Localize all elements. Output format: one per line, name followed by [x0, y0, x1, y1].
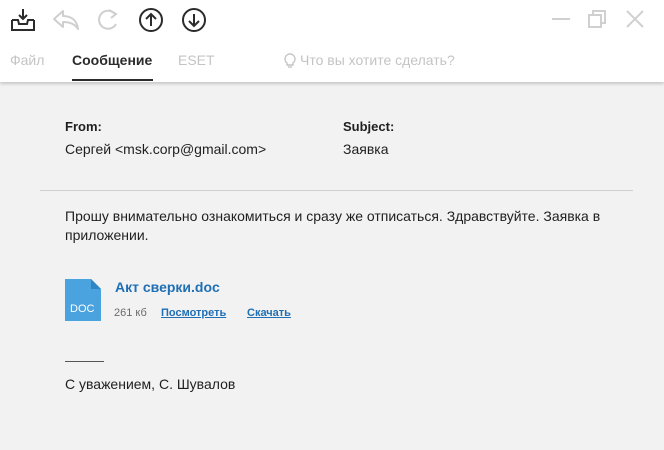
reply-icon[interactable]: [51, 7, 81, 33]
close-icon[interactable]: [625, 9, 645, 29]
tab-eset[interactable]: ESET: [178, 52, 215, 68]
doc-icon-label: DOC: [70, 303, 95, 315]
attachment-name[interactable]: Акт сверки.doc: [115, 279, 220, 295]
arrow-up-icon[interactable]: [138, 7, 164, 33]
refresh-icon[interactable]: [95, 7, 121, 33]
active-tab-indicator: [72, 79, 153, 81]
signature: С уважением, С. Шувалов: [65, 376, 236, 392]
download-attachment-link[interactable]: Скачать: [247, 307, 291, 319]
top-bar: Файл Сообщение ESET Что вы хотите сделат…: [0, 0, 664, 82]
download-tray-icon[interactable]: [9, 7, 37, 33]
signature-separator: [65, 361, 104, 362]
message-body: Прошу внимательно ознакомиться и сразу ж…: [65, 208, 601, 243]
lightbulb-icon: [284, 53, 296, 72]
doc-file-icon[interactable]: DOC: [65, 279, 101, 321]
attachment-size: 261 кб: [114, 307, 147, 319]
subject-label: Subject:: [343, 119, 395, 134]
from-value: Сергей <msk.corp@gmail.com>: [65, 141, 267, 157]
arrow-down-icon[interactable]: [181, 7, 207, 33]
minimize-icon[interactable]: [551, 10, 571, 28]
from-label: From:: [65, 119, 102, 134]
header-divider: [40, 190, 633, 191]
view-attachment-link[interactable]: Посмотреть: [161, 307, 226, 319]
tab-file[interactable]: Файл: [10, 52, 44, 68]
restore-icon[interactable]: [587, 9, 607, 29]
subject-value: Заявка: [343, 141, 389, 157]
tell-me-text: Что вы хотите сделать?: [300, 52, 455, 68]
tab-message[interactable]: Сообщение: [72, 52, 152, 68]
